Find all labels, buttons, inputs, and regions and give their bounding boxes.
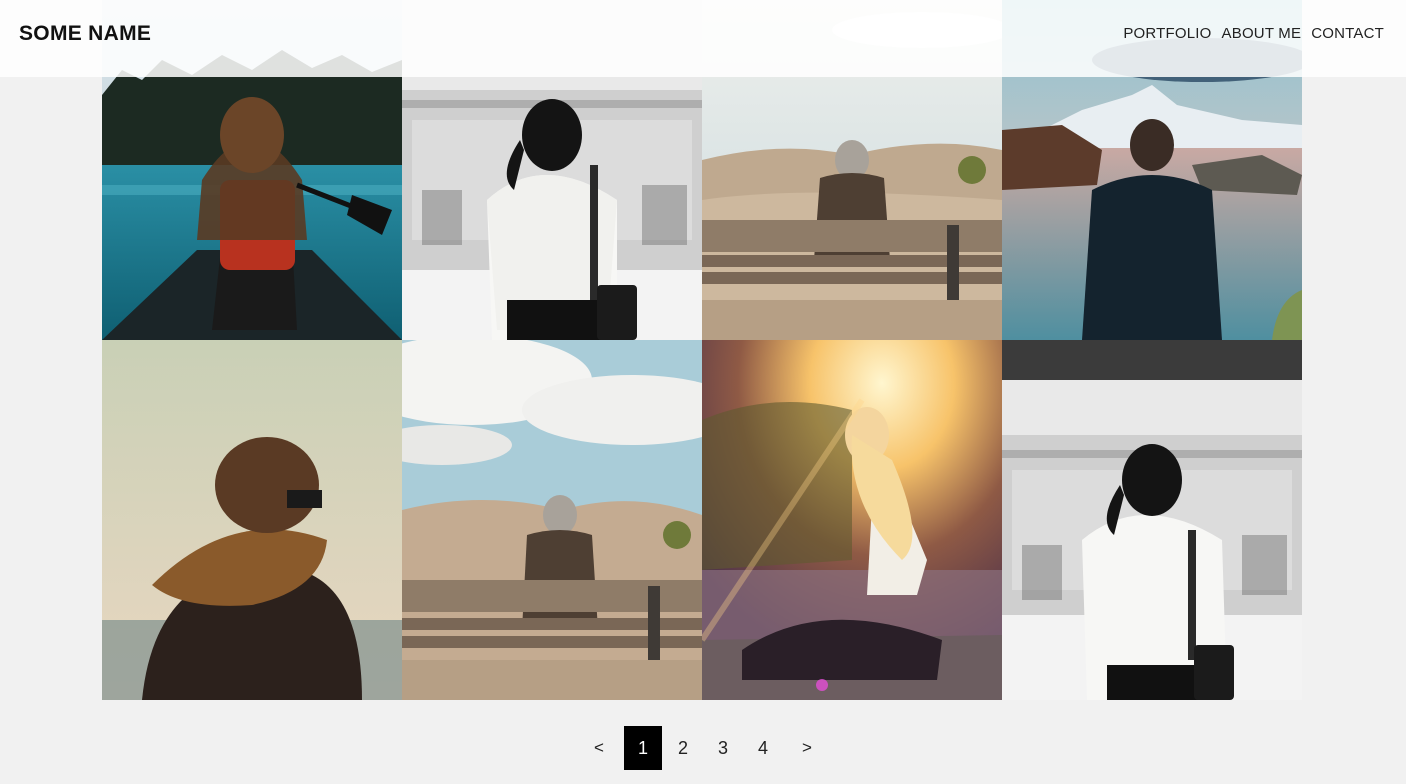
pagination-page-3[interactable]: 3 [704,726,742,770]
pagination-next-button[interactable]: > [784,726,830,770]
gallery-photo-bench-clouds[interactable] [402,340,702,700]
scarf-photo-image [102,340,402,700]
main-nav: PORTFOLIO ABOUT ME CONTACT [1123,25,1384,42]
pagination-prev-button[interactable]: < [576,726,622,770]
nav-item-contact[interactable]: CONTACT [1311,25,1384,42]
nav-item-about-me[interactable]: ABOUT ME [1222,25,1302,42]
bench-clouds-photo-image [402,340,702,700]
train-2-photo-image [1002,340,1302,700]
gallery-photo-scarf[interactable] [102,340,402,700]
gallery-photo-sunset[interactable] [702,340,1002,700]
photo-gallery [102,0,1302,700]
site-brand-logo[interactable]: SOME NAME [19,22,151,46]
nav-item-portfolio[interactable]: PORTFOLIO [1123,25,1211,42]
pagination-page-2[interactable]: 2 [664,726,702,770]
gallery-photo-train-2[interactable] [1002,340,1302,700]
pagination-page-1[interactable]: 1 [624,726,662,770]
site-header: SOME NAME PORTFOLIO ABOUT ME CONTACT [0,0,1406,77]
sunset-photo-image [702,340,1002,700]
pagination-page-4[interactable]: 4 [744,726,782,770]
pagination: < 1 2 3 4 > [0,726,1406,770]
